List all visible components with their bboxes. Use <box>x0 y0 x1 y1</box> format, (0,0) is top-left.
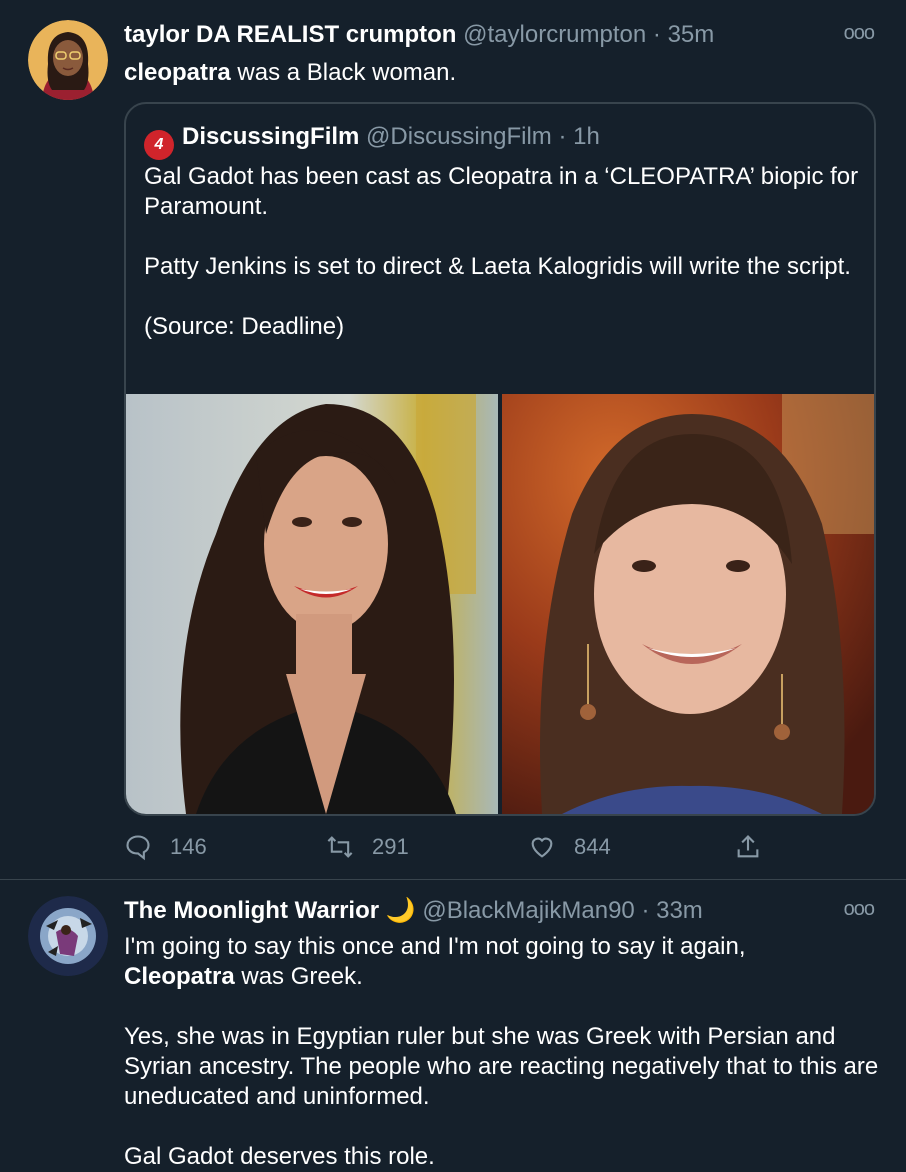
tweet-para-2: Yes, she was in Egyptian ruler but she w… <box>124 1023 879 1110</box>
photo-patty-jenkins[interactable] <box>502 394 874 814</box>
like-icon <box>531 837 553 858</box>
timestamp[interactable]: 33m <box>656 897 703 924</box>
quoted-author-name: DiscussingFilm <box>182 123 360 150</box>
separator-dot: · <box>641 897 650 924</box>
tweet-line-2: Cleopatra was Greek. <box>124 962 884 992</box>
author-handle[interactable]: @taylorcrumpton <box>463 21 646 48</box>
moon-emoji-icon: 🌙 <box>385 897 416 924</box>
like-count: 844 <box>574 834 611 859</box>
avatar-moonlight-warrior[interactable] <box>28 896 108 976</box>
tweet-para-3: Gal Gadot deserves this role. <box>124 1143 435 1170</box>
quoted-media <box>126 394 874 814</box>
tweet-text-rest: was Greek. <box>234 963 363 990</box>
reply-count: 146 <box>170 834 207 859</box>
tweet-actions: 146 291 844 <box>124 832 876 862</box>
tweet-text-rest: was a Black woman. <box>230 59 457 86</box>
quoted-timestamp: 1h <box>573 123 600 150</box>
quoted-para-1: Gal Gadot has been cast as Cleopatra in … <box>144 163 859 220</box>
tweet-text-bold: Cleopatra <box>124 963 235 990</box>
tweet-line-1: I'm going to say this once and I'm not g… <box>124 933 746 960</box>
more-icon[interactable]: ooo <box>844 898 875 921</box>
quoted-tweet[interactable]: 4 DiscussingFilm @DiscussingFilm · 1h Gal… <box>124 102 876 816</box>
quoted-para-2: Patty Jenkins is set to direct & Laeta K… <box>144 253 851 280</box>
author-handle[interactable]: @BlackMajikMan90 <box>422 897 634 924</box>
author-name[interactable]: taylor DA REALIST crumpton <box>124 21 456 48</box>
tweet-text: I'm going to say this once and I'm not g… <box>124 932 884 1172</box>
photo-gal-gadot[interactable] <box>126 394 498 814</box>
quoted-para-3: (Source: Deadline) <box>144 313 345 340</box>
retweet-count: 291 <box>372 834 409 859</box>
more-icon[interactable]: ooo <box>844 22 875 45</box>
share-button[interactable] <box>734 832 780 862</box>
tweet-header: The Moonlight Warrior 🌙 @BlackMajikMan90… <box>124 896 703 926</box>
separator-dot: · <box>558 123 567 150</box>
quoted-author-handle: @DiscussingFilm <box>366 123 552 150</box>
retweet-button[interactable]: 291 <box>326 832 409 862</box>
author-name[interactable]: The Moonlight Warrior <box>124 897 379 924</box>
quoted-tweet-text: Gal Gadot has been cast as Cleopatra in … <box>144 162 864 342</box>
timestamp[interactable]: 35m <box>668 21 715 48</box>
tweet-1[interactable]: taylor DA REALIST crumpton @taylorcrumpt… <box>0 0 906 880</box>
reply-icon <box>126 835 150 861</box>
like-button[interactable]: 844 <box>528 832 611 862</box>
separator-dot: · <box>652 21 661 48</box>
tweet-header: taylor DA REALIST crumpton @taylorcrumpt… <box>124 20 714 50</box>
avatar-taylor[interactable] <box>28 20 108 100</box>
share-icon <box>737 835 759 858</box>
tweet-2[interactable]: The Moonlight Warrior 🌙 @BlackMajikMan90… <box>0 880 906 1172</box>
retweet-icon <box>327 836 353 858</box>
quoted-tweet-header: 4 DiscussingFilm @DiscussingFilm · 1h <box>144 122 600 160</box>
tweet-text-bold: cleopatra <box>124 59 231 86</box>
discussingfilm-logo-icon: 4 <box>144 130 174 160</box>
reply-button[interactable]: 146 <box>124 832 207 862</box>
tweet-text: cleopatra was a Black woman. <box>124 58 884 88</box>
